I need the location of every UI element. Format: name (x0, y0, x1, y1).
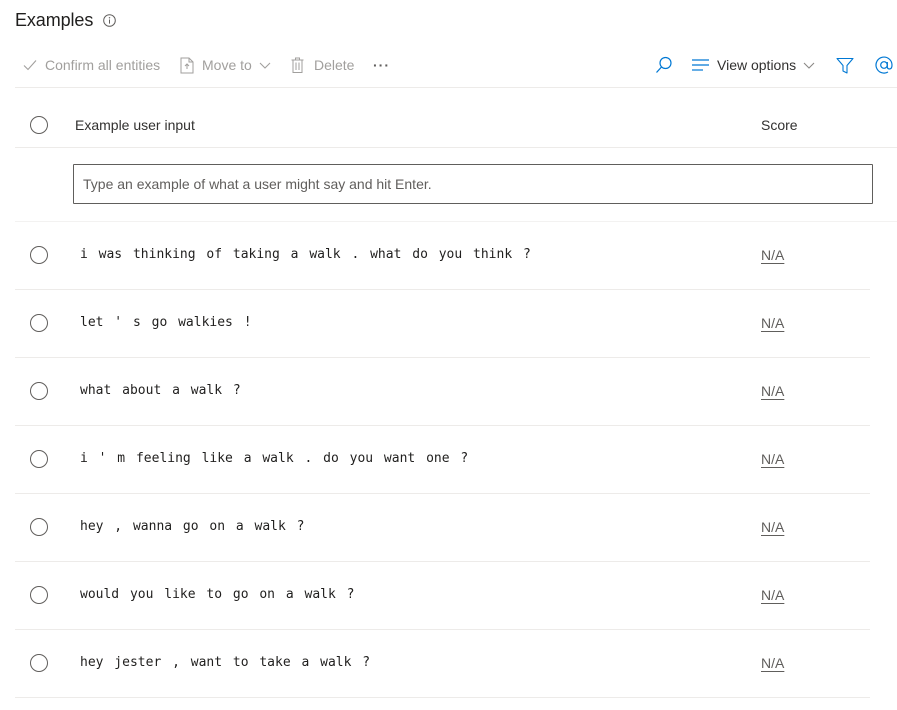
command-bar: Confirm all entities Move to Delete ··· … (15, 48, 897, 88)
utterance-text[interactable]: what about a walk ? (80, 383, 241, 398)
move-to-button[interactable]: Move to (180, 48, 271, 82)
table-header: Example user input Score (15, 102, 897, 148)
view-options-button[interactable]: View options (692, 48, 815, 82)
table-row[interactable]: what about a walk ? N/A (15, 358, 870, 426)
move-document-icon (180, 57, 194, 74)
score-link[interactable]: N/A (761, 315, 784, 331)
row-select-checkbox[interactable] (30, 382, 48, 400)
examples-list: i was thinking of taking a walk . what d… (15, 222, 870, 698)
row-select-checkbox[interactable] (30, 450, 48, 468)
row-select-checkbox[interactable] (30, 586, 48, 604)
info-icon[interactable] (103, 13, 117, 27)
score-link[interactable]: N/A (761, 655, 784, 671)
utterance-text[interactable]: would you like to go on a walk ? (80, 587, 354, 602)
row-select-checkbox[interactable] (30, 654, 48, 672)
row-select-checkbox[interactable] (30, 518, 48, 536)
lines-icon (692, 59, 709, 71)
page-title: Examples (15, 9, 94, 30)
new-example-input[interactable] (73, 164, 873, 204)
view-options-label: View options (717, 57, 797, 73)
search-button[interactable] (655, 48, 673, 82)
row-select-checkbox[interactable] (30, 246, 48, 264)
move-to-label: Move to (202, 57, 252, 73)
confirm-all-entities-label: Confirm all entities (45, 57, 161, 73)
search-icon (655, 56, 673, 74)
confirm-all-entities-button[interactable]: Confirm all entities (23, 48, 160, 82)
page-header: Examples (15, 8, 117, 32)
column-header-score[interactable]: Score (761, 117, 798, 133)
score-link[interactable]: N/A (761, 519, 784, 535)
chevron-down-icon (803, 62, 815, 69)
score-link[interactable]: N/A (761, 451, 784, 467)
chevron-down-icon (259, 62, 271, 69)
score-link[interactable]: N/A (761, 587, 784, 603)
new-example-row (15, 148, 897, 222)
utterance-text[interactable]: hey , wanna go on a walk ? (80, 519, 305, 534)
table-row[interactable]: hey jester , want to take a walk ? N/A (15, 630, 870, 698)
utterance-text[interactable]: i ' m feeling like a walk . do you want … (80, 451, 468, 466)
column-header-example-user-input[interactable]: Example user input (75, 117, 195, 133)
at-sign-icon (875, 56, 893, 74)
more-icon: ··· (373, 57, 390, 73)
score-link[interactable]: N/A (761, 383, 784, 399)
more-options-button[interactable]: ··· (373, 48, 390, 82)
delete-button[interactable]: Delete (291, 48, 354, 82)
delete-label: Delete (314, 57, 355, 73)
select-all-checkbox[interactable] (30, 116, 48, 134)
table-row[interactable]: would you like to go on a walk ? N/A (15, 562, 870, 630)
entity-mention-button[interactable] (875, 48, 893, 82)
table-row[interactable]: let ' s go walkies ! N/A (15, 290, 870, 358)
row-select-checkbox[interactable] (30, 314, 48, 332)
table-row[interactable]: hey , wanna go on a walk ? N/A (15, 494, 870, 562)
filter-button[interactable] (836, 48, 854, 82)
utterance-text[interactable]: let ' s go walkies ! (80, 315, 252, 330)
checkmark-icon (23, 59, 37, 71)
filter-icon (836, 57, 854, 74)
utterance-text[interactable]: hey jester , want to take a walk ? (80, 655, 370, 670)
score-link[interactable]: N/A (761, 247, 784, 263)
table-row[interactable]: i ' m feeling like a walk . do you want … (15, 426, 870, 494)
table-row[interactable]: i was thinking of taking a walk . what d… (15, 222, 870, 290)
utterance-text[interactable]: i was thinking of taking a walk . what d… (80, 247, 531, 262)
trash-icon (291, 57, 304, 73)
